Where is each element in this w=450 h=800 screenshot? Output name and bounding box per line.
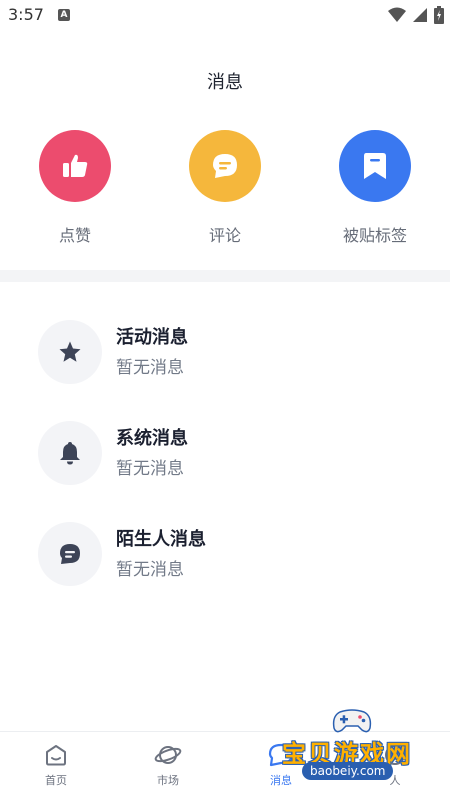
system-title: 系统消息 — [116, 428, 188, 449]
list-item-stranger[interactable]: 陌生人消息 暂无消息 — [38, 522, 418, 592]
signal-icon — [413, 8, 427, 22]
watermark-url: baobeiy.com — [302, 762, 394, 780]
tab-market-label: 市场 — [157, 774, 179, 787]
bookmark-icon — [364, 153, 386, 179]
bell-icon — [60, 442, 80, 465]
comments-circle — [189, 130, 261, 202]
chat-icon — [60, 544, 80, 564]
section-divider — [0, 270, 450, 282]
system-icon-wrap — [38, 421, 102, 485]
stranger-title: 陌生人消息 — [116, 529, 206, 550]
tab-home[interactable]: 首页 — [16, 742, 96, 788]
star-icon — [59, 341, 81, 362]
likes-button[interactable]: 点赞 — [15, 130, 135, 246]
likes-circle — [39, 130, 111, 202]
system-subtitle: 暂无消息 — [116, 459, 184, 479]
stranger-icon-wrap — [38, 522, 102, 586]
comments-label: 评论 — [208, 226, 241, 245]
tagged-button[interactable]: 被贴标签 — [315, 130, 435, 246]
activity-icon-wrap — [38, 320, 102, 384]
list-item-activity[interactable]: 活动消息 暂无消息 — [38, 320, 418, 390]
status-icons — [388, 6, 444, 24]
status-bar: 3:57 A — [0, 0, 450, 30]
action-row: 点赞 评论 被贴标签 — [0, 130, 450, 250]
gamepad-icon — [332, 709, 372, 733]
tagged-circle — [339, 130, 411, 202]
battery-icon — [434, 6, 444, 24]
planet-icon — [154, 746, 182, 764]
tab-home-label: 首页 — [45, 774, 67, 787]
page-title: 消息 — [207, 72, 243, 93]
activity-subtitle: 暂无消息 — [116, 358, 184, 378]
list-item-system[interactable]: 系统消息 暂无消息 — [38, 421, 418, 491]
watermark: 宝贝游戏网 baobeiy.com — [272, 706, 450, 782]
status-time: 3:57 — [8, 5, 44, 24]
comment-icon — [213, 154, 237, 178]
activity-title: 活动消息 — [116, 327, 188, 348]
notification-badge: A — [58, 9, 70, 21]
tab-market[interactable]: 市场 — [128, 742, 208, 788]
comments-button[interactable]: 评论 — [165, 130, 285, 246]
home-icon — [46, 745, 66, 766]
thumbs-up-icon — [63, 154, 88, 177]
stranger-subtitle: 暂无消息 — [116, 560, 184, 580]
wifi-icon — [388, 7, 406, 22]
tagged-label: 被贴标签 — [342, 226, 407, 245]
likes-label: 点赞 — [58, 226, 91, 245]
